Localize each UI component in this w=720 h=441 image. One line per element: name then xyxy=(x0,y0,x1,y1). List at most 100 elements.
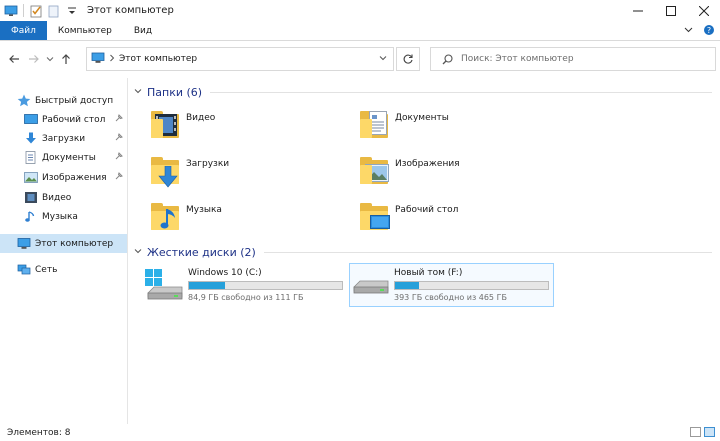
nav-item-label: Изображения xyxy=(42,172,107,183)
minimize-icon xyxy=(632,10,643,11)
pin-icon[interactable] xyxy=(115,114,123,124)
nav-item-label: Загрузки xyxy=(42,133,86,144)
video-folder-icon xyxy=(148,108,182,142)
folder-label: Документы xyxy=(395,113,449,123)
details-view-button[interactable] xyxy=(690,427,701,437)
new-folder-icon[interactable] xyxy=(47,4,61,18)
title-bar: Этот компьютер xyxy=(0,0,720,21)
help-icon[interactable]: ? xyxy=(703,24,715,39)
pictures-folder-icon xyxy=(357,154,391,188)
maximize-button[interactable] xyxy=(654,0,687,21)
maximize-icon xyxy=(665,5,676,16)
nav-item-quick-access[interactable]: Быстрый доступ xyxy=(0,91,127,110)
folder-pictures[interactable]: Изображения xyxy=(357,151,557,191)
nav-item-desktop[interactable]: Рабочий стол xyxy=(0,110,127,129)
recent-locations-button[interactable] xyxy=(44,47,56,71)
pin-icon[interactable] xyxy=(115,133,123,143)
drive-f[interactable]: Новый том (F:) 393 ГБ свободно из 465 ГБ xyxy=(349,263,554,307)
customize-toolbar-icon[interactable] xyxy=(65,4,79,18)
documents-icon xyxy=(24,151,38,164)
arrow-right-icon xyxy=(29,55,39,63)
network-icon xyxy=(17,263,31,276)
breadcrumb-this-pc[interactable]: Этот компьютер xyxy=(119,54,197,64)
computer-icon xyxy=(91,52,105,67)
address-bar[interactable]: Этот компьютер xyxy=(86,47,394,71)
drive-free-space: 84,9 ГБ свободно из 111 ГБ xyxy=(188,293,304,302)
folder-music[interactable]: Музыка xyxy=(148,197,348,237)
nav-item-label: Документы xyxy=(42,152,96,163)
folder-label: Загрузки xyxy=(186,159,230,169)
nav-item-pictures[interactable]: Изображения xyxy=(0,168,127,187)
svg-text:?: ? xyxy=(707,26,711,35)
group-divider xyxy=(210,91,712,93)
nav-item-label: Быстрый доступ xyxy=(35,95,114,106)
back-button[interactable] xyxy=(4,47,24,71)
tab-view[interactable]: Вид xyxy=(123,21,163,40)
drive-c[interactable]: Windows 10 (C:) 84,9 ГБ свободно из 111 … xyxy=(144,263,344,307)
nav-item-label: Музыка xyxy=(42,211,78,222)
folder-videos[interactable]: Видео xyxy=(148,105,348,145)
ribbon-tabs: Файл Компьютер Вид ? xyxy=(0,21,720,41)
nav-item-downloads[interactable]: Загрузки xyxy=(0,129,127,148)
minimize-button[interactable] xyxy=(621,0,654,21)
desktop-folder-icon xyxy=(357,200,391,234)
navigation-bar: Этот компьютер Поиск: Этот компьютер xyxy=(0,42,720,76)
search-icon xyxy=(442,53,453,64)
video-icon xyxy=(24,191,38,204)
nav-item-documents[interactable]: Документы xyxy=(0,148,127,167)
refresh-button[interactable] xyxy=(396,47,420,71)
search-placeholder: Поиск: Этот компьютер xyxy=(461,54,574,64)
drive-icon xyxy=(350,267,390,303)
nav-item-network[interactable]: Сеть xyxy=(0,260,127,279)
nav-item-videos[interactable]: Видео xyxy=(0,188,127,207)
group-header-drives[interactable]: Жесткие диски (2) xyxy=(130,243,716,261)
folder-desktop[interactable]: Рабочий стол xyxy=(357,197,557,237)
drive-free-space: 393 ГБ свободно из 465 ГБ xyxy=(394,293,507,302)
pin-icon[interactable] xyxy=(115,172,123,182)
group-header-folders[interactable]: Папки (6) xyxy=(130,83,716,101)
drive-name: Windows 10 (C:) xyxy=(188,268,262,278)
folder-downloads[interactable]: Загрузки xyxy=(148,151,348,191)
tab-computer[interactable]: Компьютер xyxy=(47,21,123,40)
chevron-down-icon[interactable] xyxy=(130,87,144,97)
group-header-title: Жесткие диски (2) xyxy=(147,245,256,259)
drive-usage-fill xyxy=(189,282,225,289)
chevron-down-icon xyxy=(46,57,54,62)
drive-info: Новый том (F:) 393 ГБ свободно из 465 ГБ xyxy=(394,268,549,302)
close-icon xyxy=(698,5,709,16)
nav-item-music[interactable]: Музыка xyxy=(0,207,127,226)
navigation-pane: Быстрый доступ Рабочий стол Загрузки Док… xyxy=(0,78,128,424)
chevron-down-icon[interactable] xyxy=(130,247,144,257)
ribbon-right-controls: ? xyxy=(684,21,715,41)
tiles-view-button[interactable] xyxy=(704,427,715,437)
address-dropdown-icon[interactable] xyxy=(379,54,387,64)
download-icon xyxy=(24,132,38,145)
window-controls xyxy=(621,0,720,21)
drive-name: Новый том (F:) xyxy=(394,268,463,278)
group-header-title: Папки (6) xyxy=(147,85,203,99)
properties-icon[interactable] xyxy=(29,4,43,18)
pin-icon[interactable] xyxy=(115,152,123,162)
arrow-left-icon xyxy=(9,55,19,63)
music-folder-icon xyxy=(148,200,182,234)
star-icon xyxy=(17,94,31,107)
forward-button[interactable] xyxy=(24,47,44,71)
desktop-icon xyxy=(24,113,38,126)
drive-info: Windows 10 (C:) 84,9 ГБ свободно из 111 … xyxy=(188,268,343,302)
view-switcher xyxy=(690,427,715,437)
breadcrumb-separator-icon[interactable] xyxy=(109,54,115,65)
computer-icon xyxy=(17,237,31,250)
nav-item-this-pc[interactable]: Этот компьютер xyxy=(0,234,127,253)
system-drive-icon xyxy=(144,267,184,303)
quick-access-toolbar xyxy=(0,0,83,21)
close-button[interactable] xyxy=(687,0,720,21)
folder-documents[interactable]: Документы xyxy=(357,105,557,145)
search-input[interactable]: Поиск: Этот компьютер xyxy=(430,47,716,71)
up-button[interactable] xyxy=(56,47,76,71)
folder-label: Видео xyxy=(186,113,216,123)
chevron-down-icon[interactable] xyxy=(684,25,693,37)
item-count: Элементов: 8 xyxy=(7,427,71,438)
refresh-icon xyxy=(403,54,413,64)
tab-file[interactable]: Файл xyxy=(0,21,47,40)
group-divider xyxy=(263,251,712,253)
